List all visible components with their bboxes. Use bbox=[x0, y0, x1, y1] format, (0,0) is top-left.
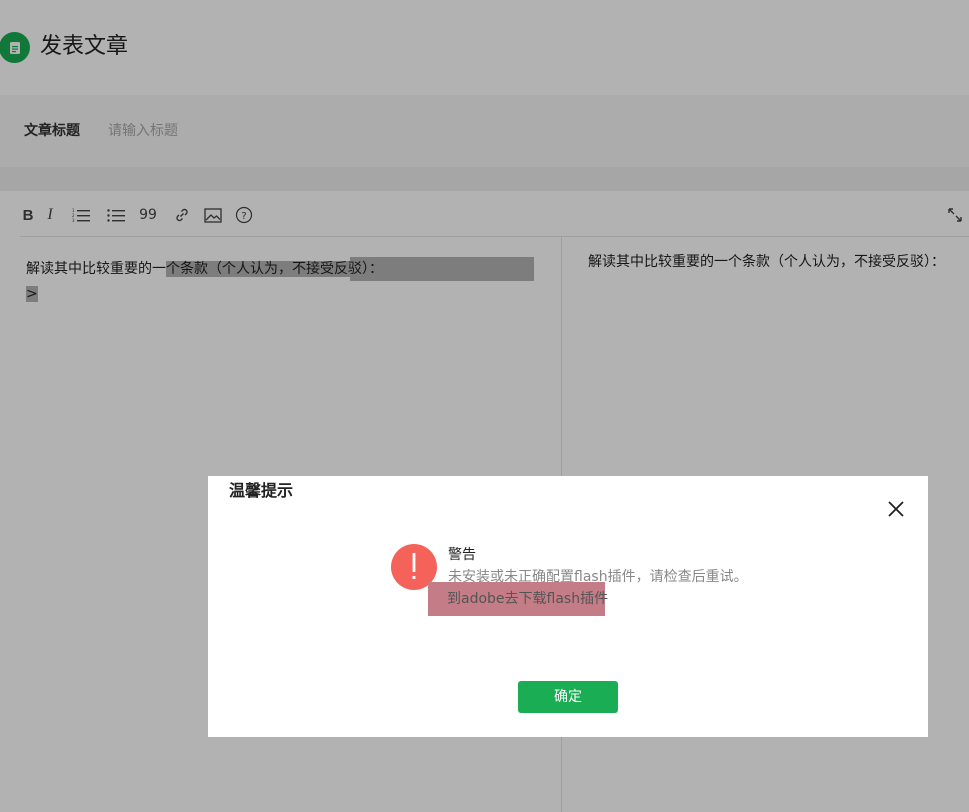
close-button[interactable] bbox=[885, 498, 907, 520]
dialog-title: 温馨提示 bbox=[229, 481, 294, 500]
warning-heading: 警告 bbox=[448, 547, 476, 563]
close-icon bbox=[888, 501, 904, 517]
confirm-button[interactable]: 确定 bbox=[518, 681, 618, 713]
tip-dialog: 温馨提示 警告 未安装或未正确配置flash插件，请检查后重试。 到adobe去… bbox=[208, 476, 928, 737]
download-flash-link[interactable]: 到adobe去下载flash插件 bbox=[428, 582, 608, 616]
